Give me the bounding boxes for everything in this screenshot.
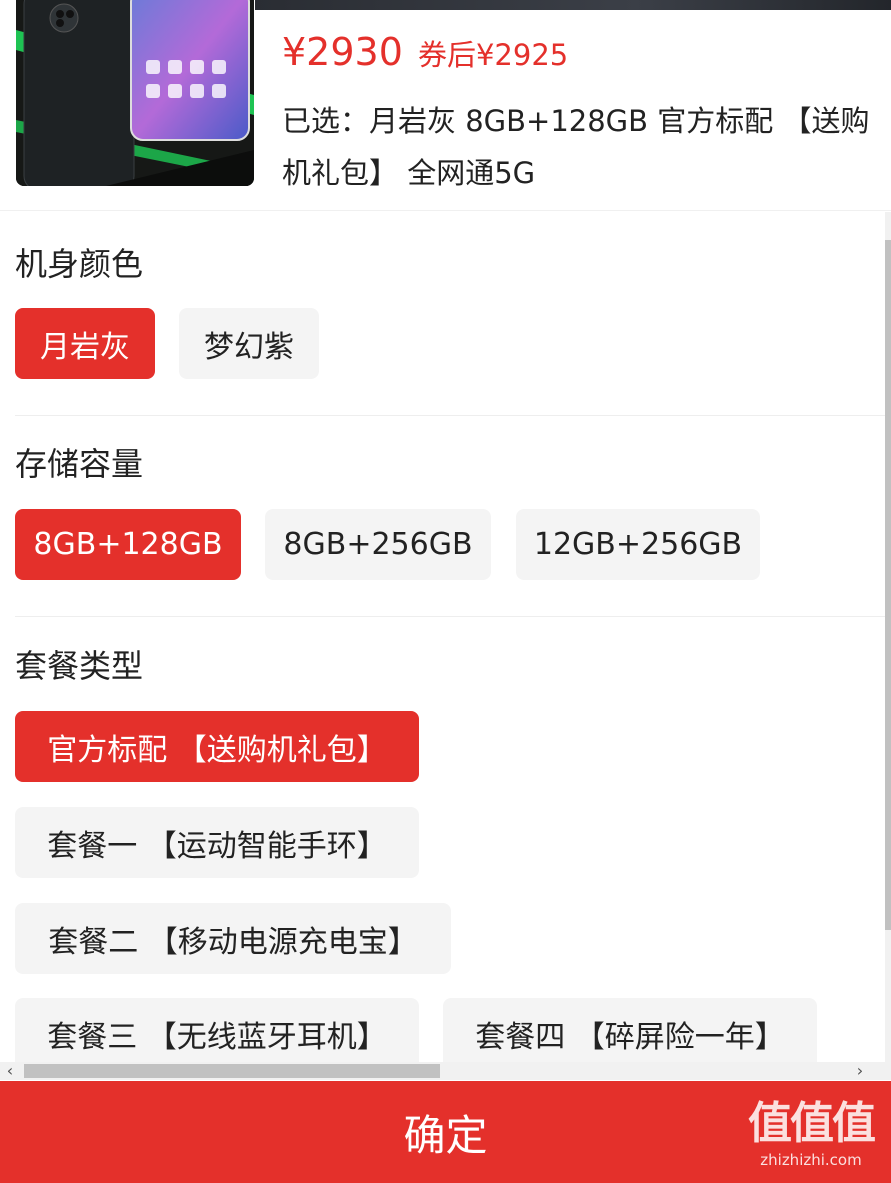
top-banner-strip: [255, 0, 891, 10]
section-title-storage: 存储容量: [15, 445, 144, 483]
option-storage-8-128[interactable]: 8GB+128GB: [15, 509, 241, 580]
scroll-right-icon[interactable]: ›: [850, 1062, 870, 1080]
section-title-package: 套餐类型: [15, 647, 144, 685]
price: ¥2930: [282, 30, 403, 74]
option-package-3[interactable]: 套餐三 【无线蓝牙耳机】: [15, 998, 419, 1064]
divider: [0, 210, 891, 211]
option-package-official[interactable]: 官方标配 【送购机礼包】: [15, 711, 419, 782]
section-title-color: 机身颜色: [15, 245, 144, 283]
coupon-price: 券后¥2925: [417, 38, 569, 72]
horizontal-scrollbar-thumb[interactable]: [24, 1064, 440, 1078]
option-color-dream-purple[interactable]: 梦幻紫: [179, 308, 319, 379]
options-panel[interactable]: 机身颜色 月岩灰 梦幻紫 存储容量 8GB+128GB 8GB+256GB 12…: [0, 212, 885, 1064]
divider: [15, 415, 885, 416]
product-image: [16, 0, 254, 186]
option-package-1[interactable]: 套餐一 【运动智能手环】: [15, 807, 419, 878]
horizontal-scrollbar[interactable]: ‹ ›: [0, 1062, 891, 1080]
watermark-logo: 值值值 zhizhizhi.com: [741, 1098, 881, 1178]
watermark-url: zhizhizhi.com: [760, 1151, 862, 1169]
vertical-scrollbar[interactable]: [885, 212, 891, 1064]
scroll-left-icon[interactable]: ‹: [0, 1062, 20, 1080]
vertical-scrollbar-thumb[interactable]: [885, 240, 891, 930]
price-row: ¥2930 券后¥2925: [282, 30, 568, 80]
option-storage-8-256[interactable]: 8GB+256GB: [265, 509, 491, 580]
product-thumbnail: [16, 0, 254, 186]
selected-summary: 已选：月岩灰 8GB+128GB 官方标配 【送购机礼包】 全网通5G: [282, 104, 870, 190]
divider: [15, 616, 885, 617]
option-storage-12-256[interactable]: 12GB+256GB: [516, 509, 760, 580]
watermark-text: 值值值: [748, 1098, 876, 1149]
option-package-4[interactable]: 套餐四 【碎屏险一年】: [443, 998, 817, 1064]
option-package-2[interactable]: 套餐二 【移动电源充电宝】: [15, 903, 451, 974]
option-color-moon-gray[interactable]: 月岩灰: [15, 308, 155, 379]
